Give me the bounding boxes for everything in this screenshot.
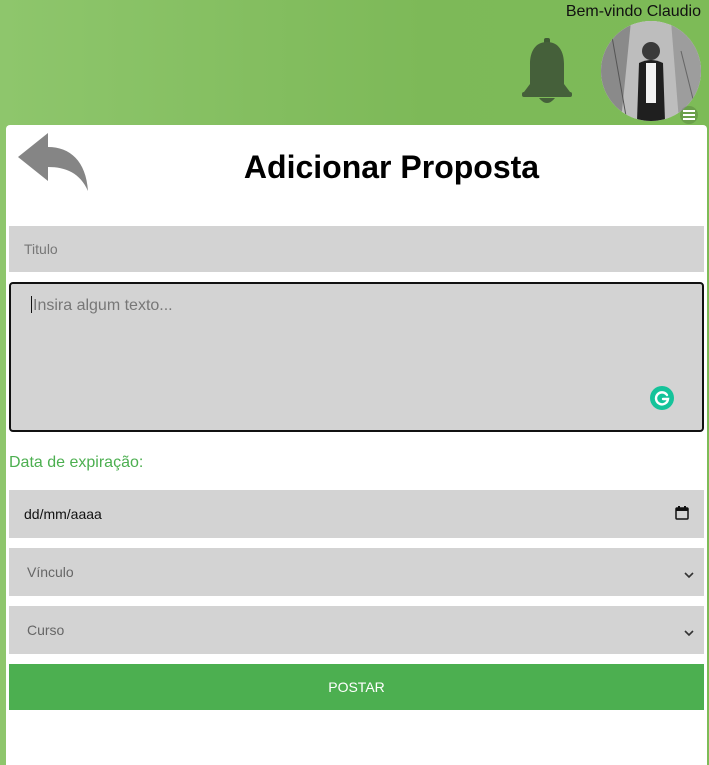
title-input[interactable]: Titulo xyxy=(9,226,704,272)
text-placeholder: Insira algum texto... xyxy=(33,297,173,314)
date-value: dd/mm/aaaa xyxy=(24,506,102,522)
welcome-text: Bem-vindo Claudio xyxy=(565,3,701,20)
chevron-down-icon xyxy=(684,567,694,579)
text-caret xyxy=(31,296,32,313)
vinculo-value: Vínculo xyxy=(27,564,74,580)
expiry-label: Data de expiração: xyxy=(9,454,144,471)
title-placeholder: Titulo xyxy=(24,241,58,257)
text-area[interactable]: Insira algum texto... xyxy=(9,282,704,432)
chevron-down-icon xyxy=(684,625,694,637)
bell-icon[interactable] xyxy=(519,38,575,104)
hamburger-icon[interactable] xyxy=(680,106,698,124)
post-button[interactable]: POSTAR xyxy=(9,664,704,710)
calendar-icon[interactable] xyxy=(675,506,689,520)
date-input[interactable]: dd/mm/aaaa xyxy=(9,490,704,538)
vinculo-select[interactable]: Vínculo xyxy=(9,548,704,596)
grammarly-icon[interactable] xyxy=(650,386,674,410)
curso-select[interactable]: Curso xyxy=(9,606,704,654)
form-card: Adicionar Proposta Titulo Insira algum t… xyxy=(6,125,707,765)
page-title: Adicionar Proposta xyxy=(243,149,540,185)
curso-value: Curso xyxy=(27,622,65,638)
